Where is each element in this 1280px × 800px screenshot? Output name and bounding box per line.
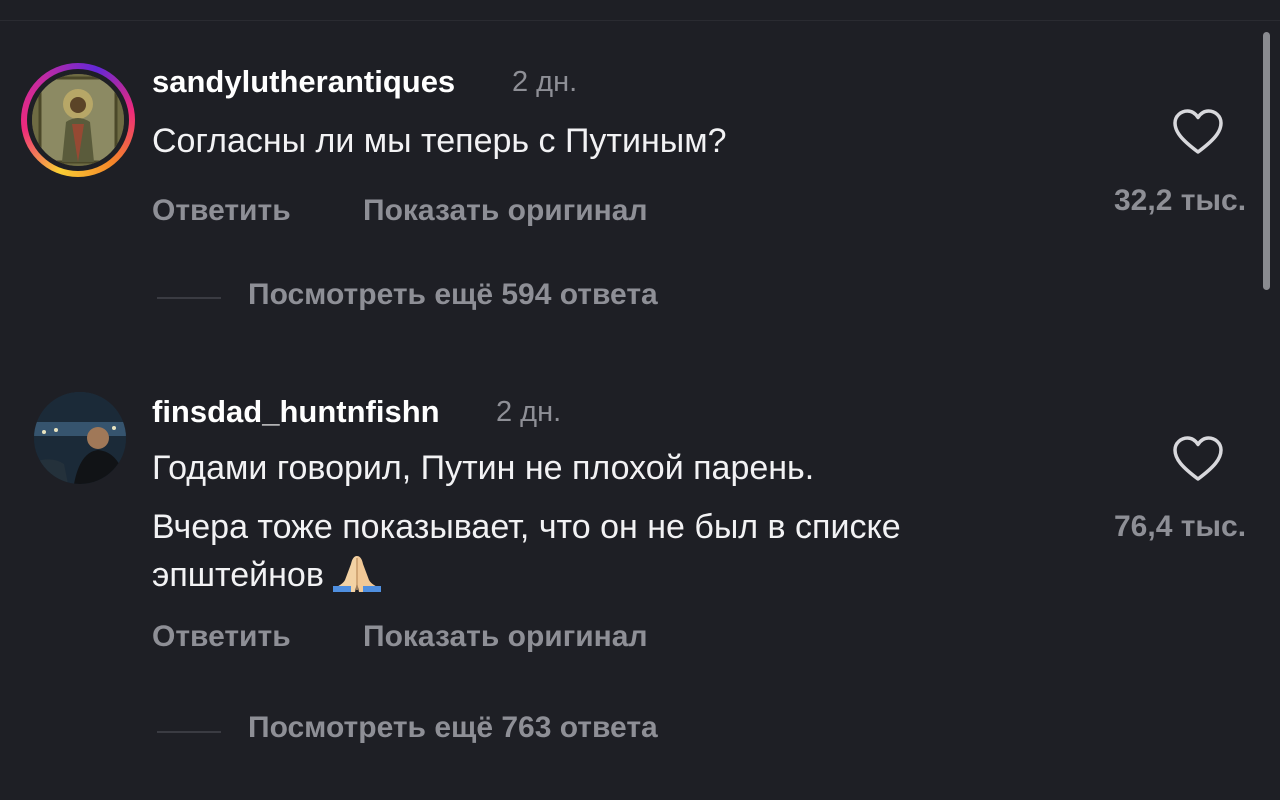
comment-text: Согласны ли мы теперь с Путиным?	[152, 122, 727, 160]
reply-button[interactable]: Ответить	[152, 194, 291, 228]
avatar[interactable]	[34, 392, 126, 484]
timestamp: 2 дн.	[512, 66, 578, 98]
timestamp: 2 дн.	[496, 396, 562, 428]
folded-hands-icon	[332, 556, 381, 592]
icon-profile-photo	[34, 392, 126, 484]
like-count: 76,4 тыс.	[1114, 510, 1247, 543]
avatar[interactable]	[32, 74, 124, 166]
top-divider	[0, 20, 1280, 21]
reply-button[interactable]: Ответить	[152, 620, 291, 654]
comment-text-line: Вчера тоже показывает, что он не был в с…	[152, 508, 901, 546]
heart-icon[interactable]	[1172, 435, 1224, 483]
like-count: 32,2 тыс.	[1114, 184, 1247, 217]
comment-text-fragment: эпштейнов	[152, 556, 324, 594]
view-replies-button[interactable]: Посмотреть ещё 763 ответа	[248, 711, 658, 745]
view-replies-button[interactable]: Посмотреть ещё 594 ответа	[248, 278, 658, 312]
show-original-button[interactable]: Показать оригинал	[363, 620, 648, 654]
show-original-button[interactable]: Показать оригинал	[363, 194, 648, 228]
scrollbar[interactable]	[1263, 32, 1270, 290]
username[interactable]: sandylutherantiques	[152, 64, 455, 100]
comment-text-line-with-emoji: эпштейнов	[152, 550, 384, 600]
username[interactable]: finsdad_huntnfishn	[152, 394, 440, 430]
replies-divider	[157, 297, 221, 299]
comment-text-line: Годами говорил, Путин не плохой парень.	[152, 449, 815, 487]
heart-icon[interactable]	[1172, 108, 1224, 156]
icon-portrait-image	[32, 74, 124, 166]
replies-divider	[157, 731, 221, 733]
